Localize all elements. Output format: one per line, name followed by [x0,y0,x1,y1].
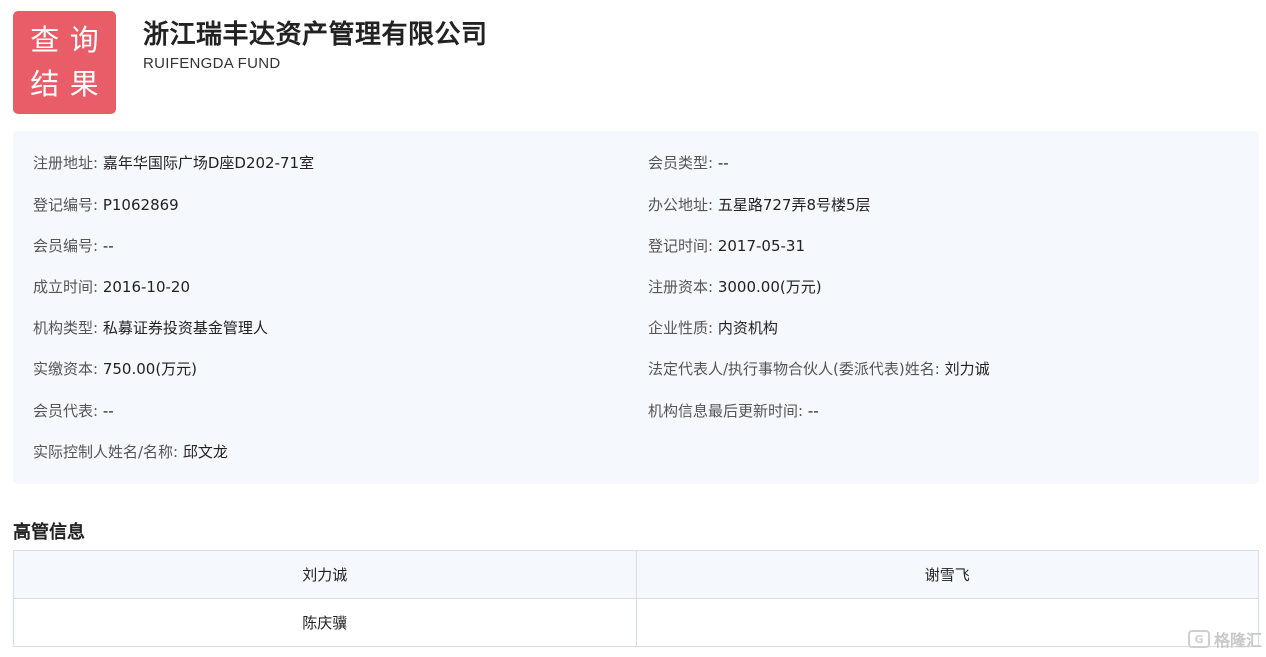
info-registered-address: 注册地址: 嘉年华国际广场D座D202-71室 [33,154,315,172]
company-name: 浙江瑞丰达资产管理有限公司 [143,20,488,50]
info-member-number: 会员编号: -- [33,237,114,255]
info-actual-controller: 实际控制人姓名/名称: 邱文龙 [33,443,228,461]
badge-char: 询 [69,23,99,58]
gelonghui-logo-icon: G [1187,630,1210,648]
info-registration-number: 登记编号: P1062869 [33,196,179,214]
watermark: G 格隆汇 [1187,627,1262,651]
query-result-badge: 查 询 结 果 [13,11,116,114]
info-paid-capital: 实缴资本: 750.00(万元) [33,360,198,378]
executive-name-cell [635,598,1259,647]
executive-name-cell: 谢雪飞 [635,550,1259,599]
info-registered-capital: 注册资本: 3000.00(万元) [648,278,822,296]
executive-name-cell: 陈庆骥 [13,598,637,647]
info-office-address: 办公地址: 五星路727弄8号楼5层 [648,196,871,214]
table-row: 陈庆骥 [13,598,1259,647]
executives-section-title: 高管信息 [13,522,85,543]
table-row: 刘力诚 谢雪飞 [13,550,1259,599]
info-founded-date: 成立时间: 2016-10-20 [33,278,191,296]
company-info-panel: 注册地址: 嘉年华国际广场D座D202-71室 登记编号: P1062869 会… [13,131,1259,484]
company-english-name: RUIFENGDA FUND [143,55,281,72]
watermark-text: 格隆汇 [1213,631,1262,650]
executive-name-cell: 刘力诚 [13,550,637,599]
badge-char: 结 [30,66,60,101]
badge-char: 果 [69,66,99,101]
badge-char: 查 [30,23,60,58]
info-member-representative: 会员代表: -- [33,402,114,420]
info-last-updated: 机构信息最后更新时间: -- [648,402,819,420]
info-registration-date: 登记时间: 2017-05-31 [648,237,806,255]
info-legal-representative: 法定代表人/执行事物合伙人(委派代表)姓名: 刘力诚 [648,360,990,378]
info-member-type: 会员类型: -- [648,154,729,172]
executives-table: 刘力诚 谢雪飞 陈庆骥 [13,550,1259,647]
info-enterprise-nature: 企业性质: 内资机构 [648,319,778,337]
info-institution-type: 机构类型: 私募证券投资基金管理人 [33,319,268,337]
